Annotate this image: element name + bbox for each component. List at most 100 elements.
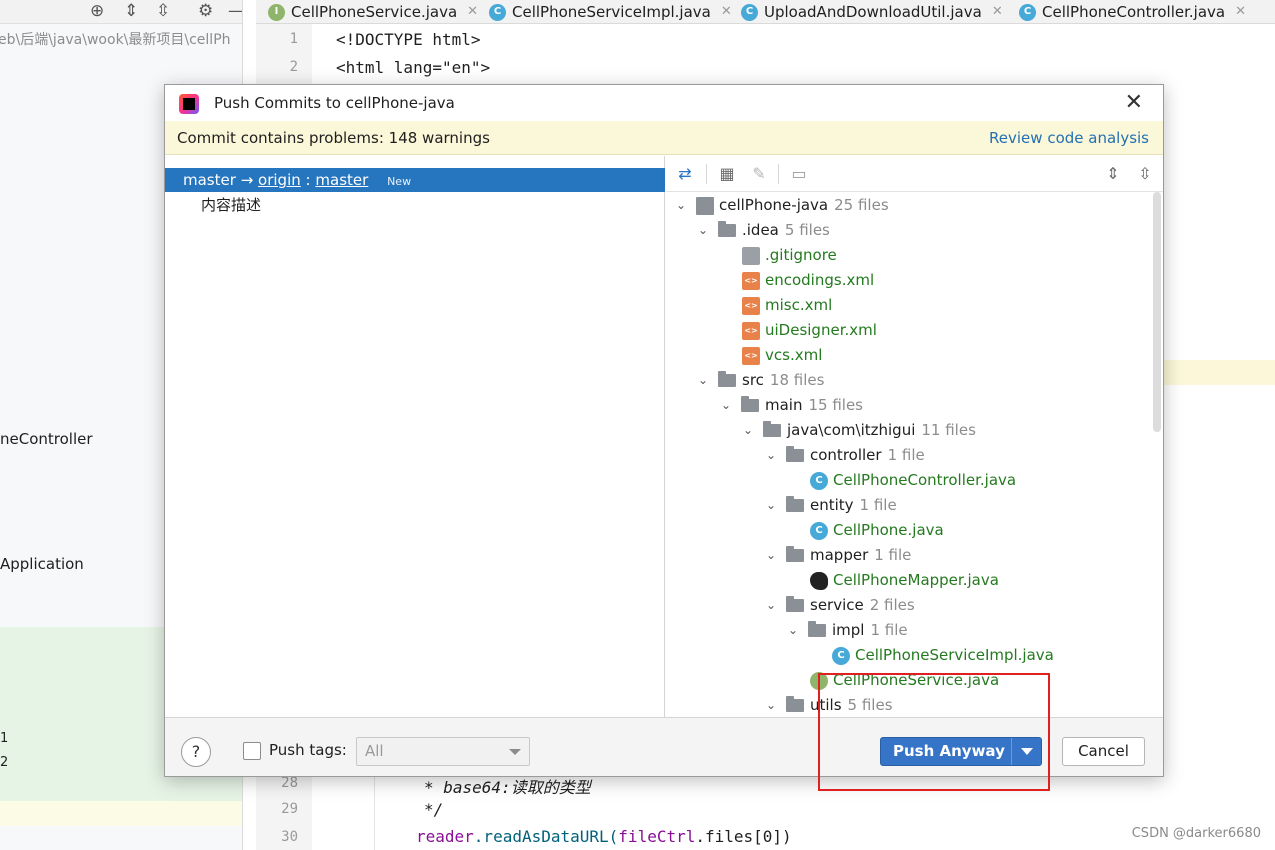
xml-file-icon [742, 321, 760, 340]
file-count: 1 file [859, 496, 897, 514]
tree-node-label: controller [810, 446, 882, 464]
tab-cellphoneserviceimpl[interactable]: C CellPhoneServiceImpl.java ✕ [489, 0, 732, 24]
chevron-down-icon[interactable]: ⌄ [764, 593, 778, 618]
sidebar-item: 2 [0, 755, 9, 770]
preview-icon[interactable]: ▭ [788, 163, 810, 185]
expand-all-icon[interactable]: ⇕ [124, 1, 138, 21]
tree-node-folder[interactable]: ⌄ mapper 1 file [764, 543, 911, 568]
chevron-down-icon[interactable]: ⌄ [764, 693, 778, 717]
branch-row[interactable]: master → origin : master New [165, 168, 665, 192]
chevron-down-icon[interactable]: ⌄ [696, 218, 710, 243]
class-icon: C [810, 521, 828, 540]
chevron-down-icon[interactable]: ⌄ [764, 443, 778, 468]
cancel-button[interactable]: Cancel [1062, 737, 1145, 766]
problems-banner: Commit contains problems: 148 warnings R… [165, 121, 1163, 155]
tree-node-file[interactable]: misc.xml [742, 293, 832, 318]
edit-source-icon[interactable]: ✎ [748, 163, 770, 185]
watermark: CSDN @darker6680 [1131, 826, 1261, 841]
tree-node-file[interactable]: .gitignore [742, 243, 837, 268]
chevron-down-icon[interactable]: ⌄ [741, 418, 755, 443]
tree-node-file[interactable]: C CellPhone.java [810, 518, 944, 543]
ignored-file-icon [742, 246, 760, 265]
remote-branch[interactable]: master [315, 171, 368, 189]
tree-node-label: mapper [810, 546, 869, 564]
tree-node-module[interactable]: ⌄ cellPhone-java 25 files [674, 193, 889, 218]
toolbar-separator [706, 164, 707, 184]
tree-node-label: vcs.xml [765, 346, 823, 364]
tree-node-label: CellPhoneMapper.java [833, 571, 999, 589]
tree-node-file[interactable]: C CellPhoneController.java [810, 468, 1016, 493]
tree-node-folder[interactable]: ⌄ entity 1 file [764, 493, 897, 518]
locate-icon[interactable]: ⊕ [90, 1, 104, 21]
tree-scrollbar[interactable] [1153, 192, 1161, 432]
tree-node-folder[interactable]: ⌄ controller 1 file [764, 443, 925, 468]
dialog-titlebar: Push Commits to cellPhone-java ✕ [165, 85, 1163, 121]
gear-icon[interactable]: ⚙ [198, 1, 213, 21]
close-icon[interactable]: ✕ [467, 1, 478, 23]
tree-node-folder[interactable]: ⌄ impl 1 file [786, 618, 908, 643]
expand-all-icon[interactable]: ⇕ [1102, 163, 1124, 185]
push-tags-checkbox[interactable] [243, 742, 261, 760]
chevron-down-icon[interactable]: ⌄ [696, 368, 710, 393]
tab-label: CellPhoneServiceImpl.java [512, 3, 711, 21]
tree-node-file[interactable]: CellPhoneMapper.java [810, 568, 999, 593]
xml-file-icon [742, 271, 760, 290]
help-button[interactable]: ? [181, 737, 211, 767]
line-number: 30 [281, 829, 298, 845]
close-icon[interactable]: ✕ [1125, 90, 1143, 115]
remote-name[interactable]: origin [258, 171, 301, 189]
tree-node-file[interactable]: encodings.xml [742, 268, 874, 293]
close-icon[interactable]: ✕ [721, 1, 732, 23]
group-by-icon[interactable]: ▦ [716, 163, 738, 185]
tree-node-folder[interactable]: ⌄ .idea 5 files [696, 218, 830, 243]
module-icon [696, 196, 714, 215]
chevron-down-icon[interactable]: ⌄ [719, 393, 733, 418]
line-number: 2 [289, 59, 298, 75]
collapse-all-icon[interactable]: ⇳ [1134, 163, 1156, 185]
tree-node-file[interactable]: C CellPhoneServiceImpl.java [832, 643, 1054, 668]
tree-node-folder[interactable]: ⌄ src 18 files [696, 368, 824, 393]
tab-cellphoneservice[interactable]: I CellPhoneService.java ✕ [268, 0, 478, 24]
file-count: 1 file [874, 546, 912, 564]
sidebar-item[interactable]: Application [0, 555, 84, 573]
tree-node-label: .idea [742, 221, 779, 239]
close-icon[interactable]: ✕ [1235, 1, 1246, 23]
tree-node-file[interactable]: uiDesigner.xml [742, 318, 877, 343]
tree-node-folder[interactable]: ⌄ service 2 files [764, 593, 915, 618]
tab-uploadanddownloadutil[interactable]: C UploadAndDownloadUtil.java ✕ [741, 0, 1003, 24]
collapse-all-icon[interactable]: ⇳ [156, 1, 170, 21]
review-code-analysis-link[interactable]: Review code analysis [989, 129, 1149, 147]
folder-icon [786, 596, 804, 612]
tree-node-folder[interactable]: ⌄ java\com\itzhigui 11 files [741, 418, 976, 443]
close-icon[interactable]: ✕ [992, 1, 1003, 23]
file-count: 1 file [887, 446, 925, 464]
tree-node-label: main [765, 396, 803, 414]
tags-select[interactable]: All [356, 737, 530, 766]
tab-cellphonecontroller[interactable]: C CellPhoneController.java ✕ [1019, 0, 1246, 24]
chevron-down-icon[interactable]: ⌄ [764, 493, 778, 518]
annotation-highlight-box [818, 673, 1050, 791]
tab-label: CellPhoneController.java [1042, 3, 1226, 21]
chevron-down-icon[interactable]: ⌄ [674, 193, 688, 218]
chevron-down-icon[interactable]: ⌄ [786, 618, 800, 643]
file-count: 1 file [870, 621, 908, 639]
class-icon: C [810, 471, 828, 490]
sidebar-item[interactable]: neController [0, 430, 93, 448]
chevron-down-icon[interactable]: ⌄ [764, 543, 778, 568]
minimize-icon[interactable]: — [228, 1, 242, 21]
toolbar-separator [778, 164, 779, 184]
tree-node-label: CellPhoneController.java [833, 471, 1017, 489]
folder-icon [786, 696, 804, 712]
tree-node-folder[interactable]: ⌄ main 15 files [719, 393, 863, 418]
show-diff-icon[interactable]: ⇄ [674, 163, 696, 185]
intellij-logo-icon [179, 94, 199, 114]
commit-item[interactable]: 内容描述 [201, 194, 261, 215]
tree-node-file[interactable]: vcs.xml [742, 343, 822, 368]
line-number: 28 [281, 775, 298, 791]
class-icon: C [832, 646, 850, 665]
code-token: .readAsDataURL( [473, 827, 619, 846]
code-line: <!DOCTYPE html> [336, 30, 481, 49]
file-count: 15 files [808, 396, 863, 414]
local-branch: master [183, 171, 236, 189]
tree-node-label: cellPhone-java [719, 196, 829, 214]
